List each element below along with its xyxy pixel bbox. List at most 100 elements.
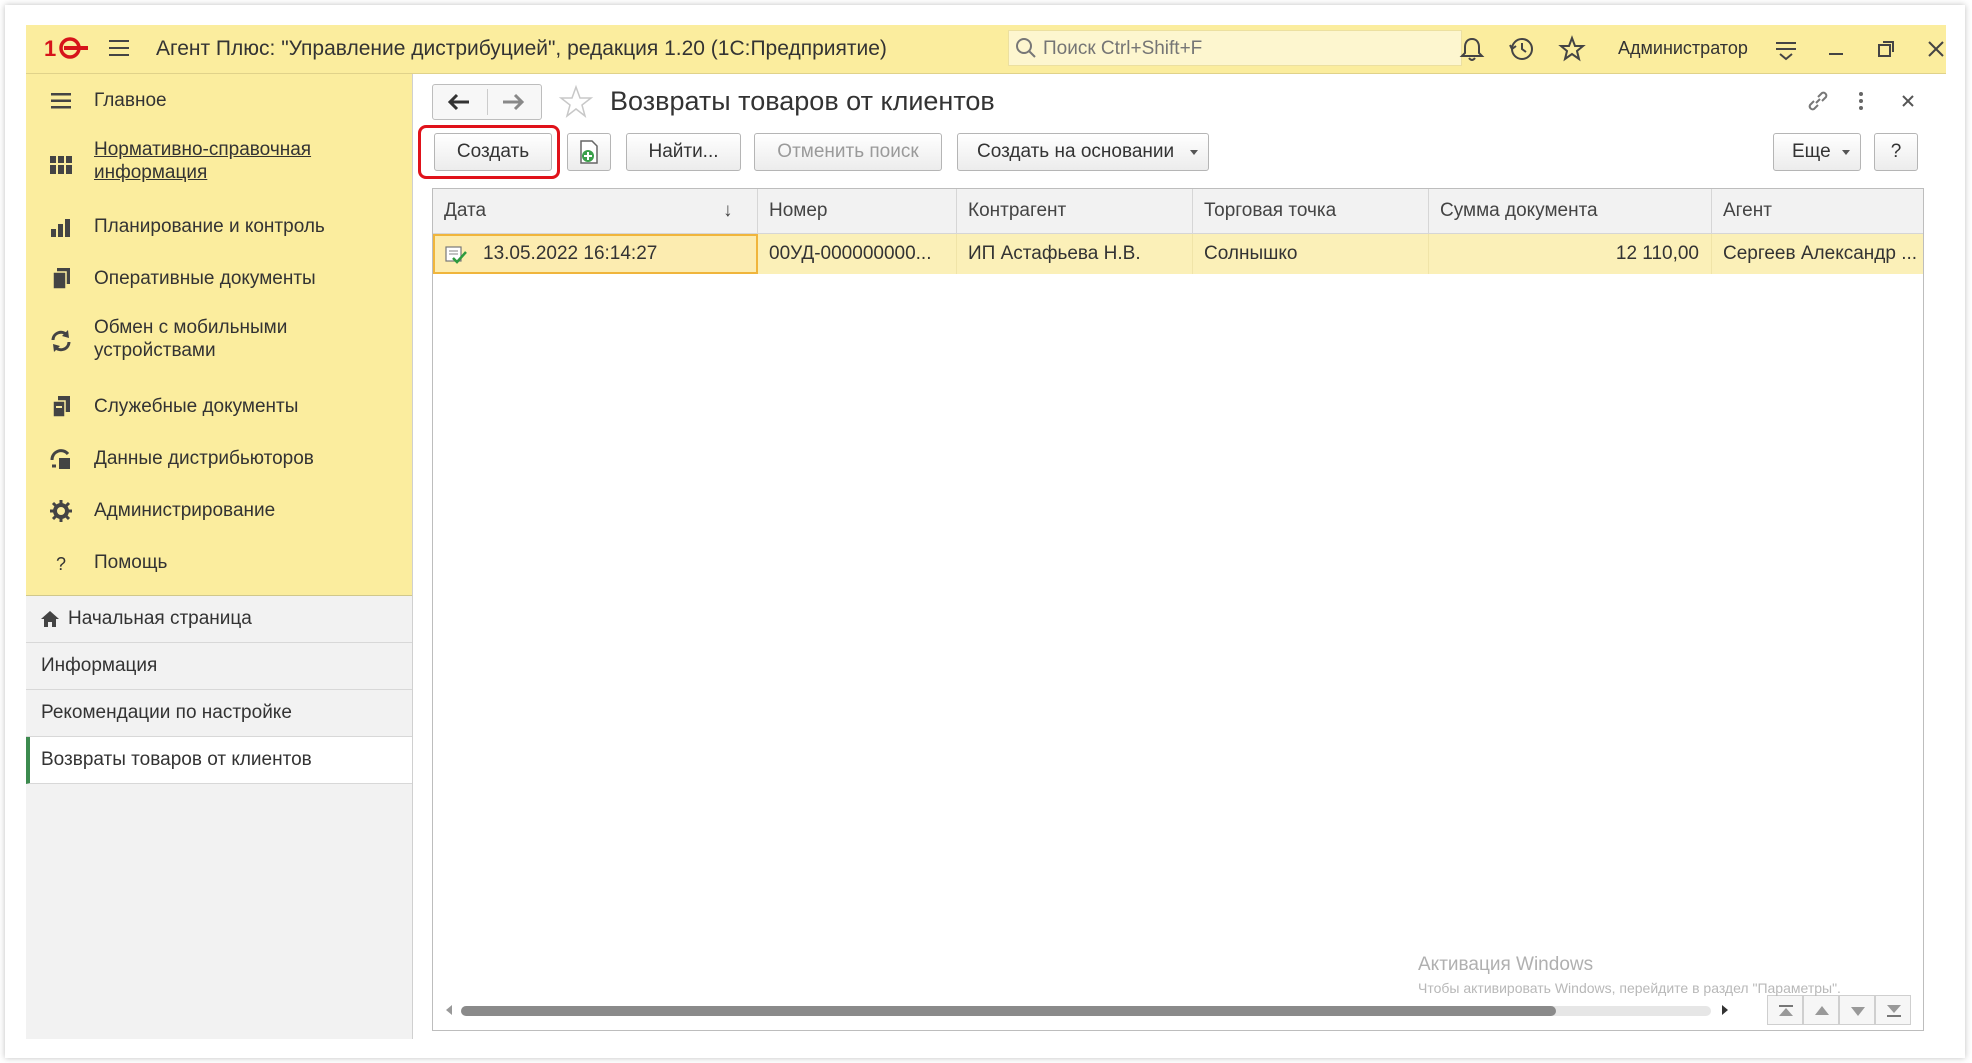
dropdown-caret-icon <box>1842 150 1850 155</box>
create-based-on-label: Создать на основании <box>977 141 1175 162</box>
sidebar-item-label: Помощь <box>94 552 168 573</box>
create-based-on-button[interactable]: Создать на основании <box>957 133 1209 171</box>
sync-icon <box>51 330 71 352</box>
table-row[interactable]: 13.05.2022 16:14:27 00УД-000000000... ИП… <box>433 234 1923 274</box>
nav-buttons <box>432 84 542 120</box>
sidebar-item-help[interactable]: ? Помощь <box>26 548 412 578</box>
create-button-highlight <box>418 125 560 179</box>
open-window-recommendations[interactable]: Рекомендации по настройке <box>26 690 412 737</box>
search-input[interactable] <box>1041 35 1445 63</box>
favorite-star-icon[interactable] <box>558 84 594 120</box>
form-title: Возвраты товаров от клиентов <box>610 86 995 116</box>
scroll-bottom-icon <box>1887 1005 1901 1017</box>
settings-lines-icon[interactable] <box>1772 35 1800 63</box>
sidebar: Главное Нормативно-справочная информация… <box>26 74 413 1039</box>
bar-chart-icon <box>51 219 70 237</box>
scroll-down-button[interactable] <box>1839 995 1875 1025</box>
copy-button[interactable] <box>567 133 611 171</box>
forward-arrow-icon[interactable] <box>501 93 525 111</box>
windows-activation-title: Активация Windows <box>1418 954 1594 975</box>
minimize-icon[interactable] <box>1822 35 1850 63</box>
sidebar-item-label: Нормативно-справочная информация <box>94 139 312 183</box>
scroll-to-top-button[interactable] <box>1767 995 1803 1025</box>
sidebar-item-reference-info[interactable]: Нормативно-справочная информация <box>26 138 412 188</box>
sort-indicator: ↓ <box>723 200 733 221</box>
column-header-counterparty[interactable]: Контрагент <box>957 189 1193 233</box>
title-bar: 1 Агент Плюс: "Управление дистрибуцией",… <box>26 25 1946 74</box>
sidebar-item-label: Служебные документы <box>94 396 299 417</box>
open-window-home[interactable]: Начальная страница <box>26 596 412 643</box>
sidebar-item-label: Данные дистрибьюторов <box>94 448 314 469</box>
history-icon[interactable] <box>1508 35 1536 63</box>
cell-number[interactable]: 00УД-000000000... <box>758 234 957 274</box>
dropdown-caret-icon <box>1190 150 1198 155</box>
column-header-label: Дата <box>444 200 487 221</box>
sidebar-item-label: Оперативные документы <box>94 268 316 289</box>
cancel-search-button[interactable]: Отменить поиск <box>754 133 942 171</box>
restore-icon[interactable] <box>1872 35 1900 63</box>
sidebar-item-operational-docs[interactable]: Оперативные документы <box>26 264 412 294</box>
home-icon <box>41 611 59 627</box>
sidebar-item-main[interactable]: Главное <box>26 86 412 116</box>
1c-logo-icon: 1 <box>44 36 88 61</box>
open-window-returns[interactable]: Возвраты товаров от клиентов <box>26 737 412 784</box>
sidebar-item-mobile-exchange[interactable]: Обмен с мобильными устройствами <box>26 316 412 366</box>
help-button[interactable]: ? <box>1874 133 1918 171</box>
more-button[interactable]: Еще <box>1773 133 1861 171</box>
global-search[interactable] <box>1008 30 1462 66</box>
distributors-icon <box>50 449 70 469</box>
scroll-down-icon <box>1851 1007 1865 1016</box>
sidebar-item-label: Планирование и контроль <box>94 216 325 237</box>
form-close-icon[interactable] <box>1898 91 1918 111</box>
close-icon[interactable] <box>1922 35 1950 63</box>
find-button[interactable]: Найти... <box>626 133 741 171</box>
svg-text:?: ? <box>56 554 66 574</box>
cell-amount[interactable]: 12 110,00 <box>1429 234 1712 274</box>
scroll-up-icon <box>1815 1006 1829 1015</box>
main-menu-icon[interactable] <box>108 37 130 59</box>
documents-table[interactable]: Дата ↓ Номер Контрагент Торговая точка С… <box>432 188 1924 1031</box>
sidebar-item-label: Администрирование <box>94 500 276 521</box>
open-window-label: Начальная страница <box>68 608 252 629</box>
more-label: Еще <box>1792 141 1831 162</box>
documents-icon <box>52 268 70 290</box>
current-user[interactable]: Администратор <box>1618 38 1748 59</box>
column-header-agent[interactable]: Агент <box>1712 189 1923 233</box>
back-arrow-icon[interactable] <box>447 93 471 111</box>
column-header-amount[interactable]: Сумма документа <box>1429 189 1712 233</box>
column-header-number[interactable]: Номер <box>758 189 957 233</box>
cell-outlet[interactable]: Солнышко <box>1193 234 1429 274</box>
scroll-to-bottom-button[interactable] <box>1875 995 1911 1025</box>
cell-agent[interactable]: Сергеев Александр ... <box>1712 234 1923 274</box>
open-window-label: Рекомендации по настройке <box>41 702 292 723</box>
sections-panel: Главное Нормативно-справочная информация… <box>26 74 412 596</box>
scrollbar-thumb[interactable] <box>461 1006 1556 1016</box>
windows-activation-hint: Чтобы активировать Windows, перейдите в … <box>1418 980 1841 996</box>
column-header-date[interactable]: Дата ↓ <box>433 189 758 233</box>
bell-icon[interactable] <box>1458 35 1486 63</box>
form-area: Возвраты товаров от клиентов Создать Най… <box>413 74 1946 1039</box>
open-window-label: Информация <box>41 655 158 676</box>
cell-date[interactable]: 13.05.2022 16:14:27 <box>433 234 758 274</box>
cell-text: 13.05.2022 16:14:27 <box>483 243 658 264</box>
svg-text:1: 1 <box>44 36 56 61</box>
link-icon[interactable] <box>1805 88 1831 114</box>
sidebar-item-service-docs[interactable]: Служебные документы <box>26 392 412 422</box>
cell-counterparty[interactable]: ИП Астафьева Н.В. <box>957 234 1193 274</box>
more-vertical-icon[interactable] <box>1855 88 1867 114</box>
sidebar-item-label: Обмен с мобильными устройствами <box>94 317 288 361</box>
scroll-up-button[interactable] <box>1803 995 1839 1025</box>
help-icon: ? <box>56 554 66 574</box>
favorites-star-icon[interactable] <box>1558 35 1586 63</box>
copy-document-icon <box>580 140 598 164</box>
horizontal-scrollbar[interactable] <box>441 1001 1728 1019</box>
posted-document-icon <box>445 246 467 264</box>
column-header-outlet[interactable]: Торговая точка <box>1193 189 1429 233</box>
sidebar-item-administration[interactable]: Администрирование <box>26 496 412 526</box>
scroll-right-arrow-icon[interactable] <box>1721 1005 1729 1015</box>
scroll-left-arrow-icon[interactable] <box>445 1005 453 1015</box>
grid-icon <box>50 156 72 174</box>
open-window-information[interactable]: Информация <box>26 643 412 690</box>
sidebar-item-planning[interactable]: Планирование и контроль <box>26 212 412 242</box>
sidebar-item-distributors[interactable]: Данные дистрибьюторов <box>26 444 412 474</box>
